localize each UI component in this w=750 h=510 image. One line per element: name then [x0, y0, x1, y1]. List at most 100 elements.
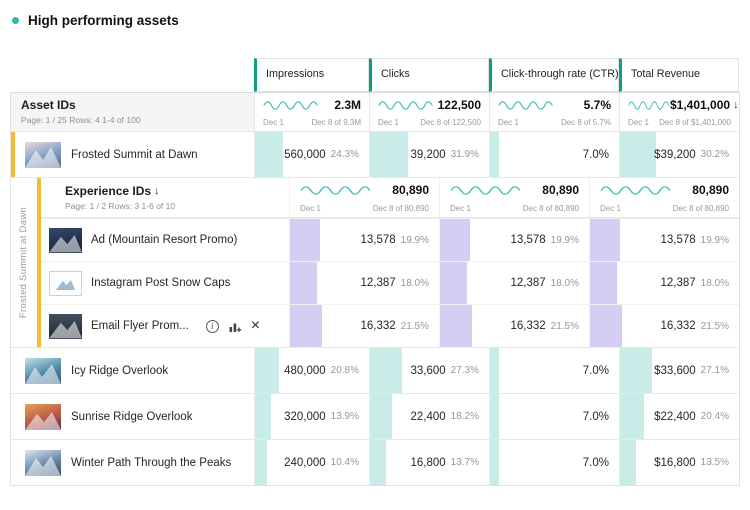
- nested-metric-cell[interactable]: 16,332 21.5%: [589, 305, 739, 347]
- experience-ids-table: Experience IDs ↓ Page: 1 / 2 Rows: 3 1-6…: [37, 178, 739, 347]
- impressions-cell[interactable]: 320,000 13.9%: [254, 394, 369, 439]
- value-bar: [590, 305, 622, 347]
- visualization-icon[interactable]: [228, 319, 242, 333]
- clicks-date-range: Dec 1 Dec 8of 122,500: [378, 118, 481, 127]
- column-header-clicks[interactable]: Clicks: [369, 58, 489, 92]
- column-header-impressions[interactable]: Impressions: [254, 58, 369, 92]
- nested-metric-cell[interactable]: 16,332 21.5%: [439, 305, 589, 347]
- clicks-summary-cell[interactable]: 122,500 Dec 1 Dec 8of 122,500: [369, 93, 489, 131]
- table-row[interactable]: Icy Ridge Overlook 480,000 20.8% 33,600 …: [11, 347, 739, 393]
- asset-cell: Sunrise Ridge Overlook: [11, 394, 254, 439]
- clicks-cell[interactable]: 16,800 13.7%: [369, 440, 489, 485]
- value-bar: [255, 348, 279, 393]
- freeform-table: Impressions Clicks Click-through rate (C…: [10, 58, 740, 486]
- table-row[interactable]: Frosted Summit at Dawn 560,000 24.3% 39,…: [11, 131, 739, 177]
- experience-label: Ad (Mountain Resort Promo): [91, 234, 237, 246]
- nested-metric-cell[interactable]: 12,387 18.0%: [289, 262, 439, 304]
- info-icon[interactable]: i: [206, 320, 219, 333]
- ctr-cell[interactable]: 7.0%: [489, 394, 619, 439]
- impressions-cell[interactable]: 240,000 10.4%: [254, 440, 369, 485]
- sort-descending-icon[interactable]: ↓: [733, 99, 739, 111]
- panel-title-row: High performing assets: [12, 13, 179, 28]
- asset-ids-title: Asset IDs: [21, 98, 244, 112]
- cell-percent: 19.9%: [401, 235, 429, 246]
- experience-row[interactable]: Ad (Mountain Resort Promo) 13,578 19.9% …: [41, 218, 739, 261]
- value-bar: [370, 394, 392, 439]
- table-body: Asset IDs Page: 1 / 25 Rows: 4 1-4 of 10…: [10, 92, 740, 486]
- experience-ids-pagination[interactable]: Page: 1 / 2 Rows: 3 1-6 of 10: [65, 201, 281, 211]
- nested-metric-cell[interactable]: 13,578 19.9%: [289, 219, 439, 261]
- bullet-icon: [12, 17, 19, 24]
- column-header-ctr[interactable]: Click-through rate (CTR): [489, 58, 619, 92]
- nested-summary-cell-3[interactable]: 80,890 Dec 1 Dec 8of 80,890: [589, 178, 739, 217]
- date-end: Dec 8: [523, 204, 544, 213]
- experience-label: Email Flyer Prom...: [91, 320, 189, 332]
- of-total: of $1,401,000: [682, 118, 731, 127]
- revenue-date-range: Dec 1 Dec 8of $1,401,000: [628, 118, 731, 127]
- total-revenue-cell[interactable]: $39,200 30.2%: [619, 132, 739, 177]
- nested-summary-cell-2[interactable]: 80,890 Dec 1 Dec 8of 80,890: [439, 178, 589, 217]
- date-end: Dec 8: [311, 118, 332, 127]
- table-row[interactable]: Winter Path Through the Peaks 240,000 10…: [11, 439, 739, 485]
- value-bar: [255, 394, 271, 439]
- nested-metric-cell[interactable]: 16,332 21.5%: [289, 305, 439, 347]
- table-row[interactable]: Sunrise Ridge Overlook 320,000 13.9% 22,…: [11, 393, 739, 439]
- impressions-cell[interactable]: 480,000 20.8%: [254, 348, 369, 393]
- nested-metric-cell[interactable]: 13,578 19.9%: [439, 219, 589, 261]
- ctr-cell[interactable]: 7.0%: [489, 348, 619, 393]
- clicks-cell[interactable]: 22,400 18.2%: [369, 394, 489, 439]
- value-bar: [490, 440, 499, 485]
- total-revenue-summary-cell[interactable]: $1,401,000 ↓ Dec 1 Dec 8of $1,401,000: [619, 93, 739, 131]
- ctr-cell[interactable]: 7.0%: [489, 440, 619, 485]
- cell-value: 16,332: [360, 320, 395, 332]
- metric-header-row: Impressions Clicks Click-through rate (C…: [11, 58, 739, 92]
- ctr-cell[interactable]: 7.0%: [489, 132, 619, 177]
- ctr-total: 5.7%: [584, 98, 611, 112]
- impressions-cell[interactable]: 560,000 24.3%: [254, 132, 369, 177]
- clicks-cell[interactable]: 39,200 31.9%: [369, 132, 489, 177]
- cell-percent: 13.7%: [451, 457, 479, 468]
- cell-value: 480,000: [284, 365, 326, 377]
- cell-value: 320,000: [284, 411, 326, 423]
- cell-value: $22,400: [654, 411, 696, 423]
- ctr-summary-cell[interactable]: 5.7% Dec 1 Dec 8of 5.7%: [489, 93, 619, 131]
- value-bar: [620, 132, 656, 177]
- nested-summary-cell-1[interactable]: 80,890 Dec 1 Dec 8of 80,890: [289, 178, 439, 217]
- nested-total: 80,890: [392, 183, 429, 197]
- experience-thumbnail: [49, 314, 82, 339]
- clicks-total: 122,500: [438, 98, 481, 112]
- value-bar: [490, 132, 499, 177]
- total-revenue-cell[interactable]: $16,800 13.5%: [619, 440, 739, 485]
- asset-ids-pagination[interactable]: Page: 1 / 25 Rows: 4 1-4 of 100: [21, 115, 244, 125]
- date-start: Dec 1: [628, 118, 649, 127]
- column-header-total-revenue[interactable]: Total Revenue: [619, 58, 739, 92]
- value-bar: [370, 132, 408, 177]
- impressions-summary-cell[interactable]: 2.3M Dec 1 Dec 8of 9.3M: [254, 93, 369, 131]
- close-icon[interactable]: ×: [251, 318, 260, 334]
- value-bar: [490, 394, 499, 439]
- cell-percent: 21.5%: [551, 321, 579, 332]
- cell-percent: 21.5%: [401, 321, 429, 332]
- cell-percent: 10.4%: [331, 457, 359, 468]
- experience-row[interactable]: Instagram Post Snow Caps 12,387 18.0% 12…: [41, 261, 739, 304]
- nested-metric-cell[interactable]: 12,387 18.0%: [589, 262, 739, 304]
- cell-value: 16,800: [410, 457, 445, 469]
- asset-ids-header-cell[interactable]: Asset IDs Page: 1 / 25 Rows: 4 1-4 of 10…: [11, 93, 254, 131]
- nested-metric-cell[interactable]: 12,387 18.0%: [439, 262, 589, 304]
- experience-ids-header-cell[interactable]: Experience IDs ↓ Page: 1 / 2 Rows: 3 1-6…: [41, 178, 289, 217]
- sort-descending-icon[interactable]: ↓: [154, 185, 160, 197]
- cell-value: 12,387: [660, 277, 695, 289]
- cell-value: 7.0%: [583, 457, 609, 469]
- panel-title: High performing assets: [28, 13, 179, 28]
- asset-label: Icy Ridge Overlook: [71, 365, 168, 377]
- nested-metric-cell[interactable]: 13,578 19.9%: [589, 219, 739, 261]
- asset-thumbnail: [25, 358, 61, 384]
- total-revenue-cell[interactable]: $22,400 20.4%: [619, 394, 739, 439]
- cell-value: 560,000: [284, 149, 326, 161]
- clicks-cell[interactable]: 33,600 27.3%: [369, 348, 489, 393]
- cell-percent: 13.9%: [331, 411, 359, 422]
- cell-percent: 18.0%: [401, 278, 429, 289]
- asset-label: Winter Path Through the Peaks: [71, 457, 231, 469]
- experience-row[interactable]: Email Flyer Prom... i × 16,332 21.5%: [41, 304, 739, 347]
- total-revenue-cell[interactable]: $33,600 27.1%: [619, 348, 739, 393]
